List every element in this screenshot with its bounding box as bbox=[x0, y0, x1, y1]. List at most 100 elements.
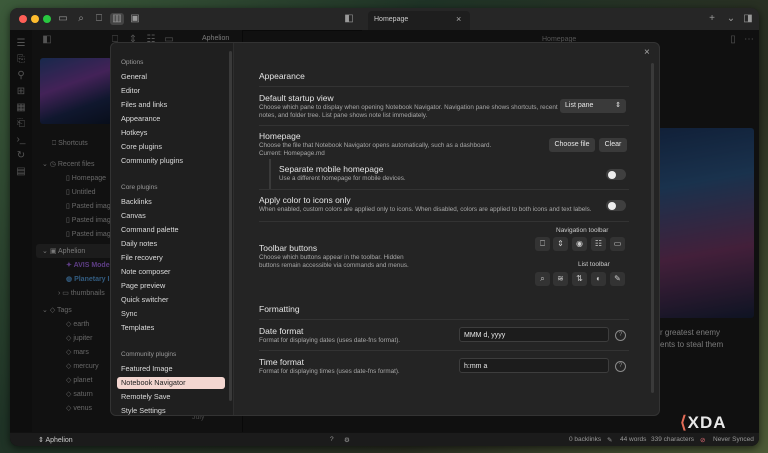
right-sidebar-icon[interactable]: ◨ bbox=[741, 13, 755, 25]
nav-item[interactable]: Note composer bbox=[117, 266, 225, 278]
tab-title: Homepage bbox=[374, 16, 409, 23]
nav-item[interactable]: Style Settings bbox=[117, 405, 225, 415]
nav-item[interactable]: Sync bbox=[117, 308, 225, 320]
tab-homepage[interactable]: Homepage × bbox=[368, 11, 470, 30]
nav-item[interactable]: General bbox=[117, 71, 225, 83]
divider bbox=[259, 86, 629, 87]
backlinks-count[interactable]: 0 backlinks bbox=[569, 436, 601, 443]
divider bbox=[259, 221, 629, 222]
help-icon[interactable]: ? bbox=[615, 330, 626, 341]
chevron-down-icon[interactable]: ⌄ bbox=[724, 13, 738, 25]
toggle-knob bbox=[608, 201, 616, 210]
date-format-input[interactable]: MMM d, yyyy bbox=[459, 327, 609, 342]
nav-item[interactable]: Backlinks bbox=[117, 196, 225, 208]
sync-status-icon[interactable]: ⊘ bbox=[700, 436, 705, 444]
setting-description: Choose the file that Notebook Navigator … bbox=[259, 142, 492, 149]
list-icon[interactable]: ☷ bbox=[591, 237, 606, 251]
settings-modal: Options General Editor Files and links A… bbox=[110, 42, 660, 416]
new-note-icon[interactable]: ✎ bbox=[610, 272, 625, 286]
image-icon[interactable]: ▣ bbox=[128, 13, 142, 25]
vault-label: Aphelion bbox=[45, 437, 73, 444]
minimize-window-button[interactable] bbox=[31, 15, 39, 23]
nav-item[interactable]: Files and links bbox=[117, 99, 225, 111]
nav-item[interactable]: Hotkeys bbox=[117, 127, 225, 139]
sidebar-toggle-icon[interactable]: ◧ bbox=[342, 13, 356, 25]
core-plugins-header: Core plugins bbox=[121, 184, 158, 191]
nav-item[interactable]: File recovery bbox=[117, 252, 225, 264]
mobile-homepage-toggle[interactable] bbox=[606, 169, 626, 180]
vault-switcher[interactable]: ⇕ Aphelion bbox=[38, 436, 73, 444]
nav-item[interactable]: Remotely Save bbox=[117, 391, 225, 403]
setting-description: Choose which pane to display when openin… bbox=[259, 104, 558, 119]
section-heading: Appearance bbox=[259, 71, 305, 81]
layers-icon[interactable]: ≋ bbox=[553, 272, 568, 286]
chevron-updown-icon: ⇕ bbox=[615, 102, 621, 109]
nav-item[interactable]: Templates bbox=[117, 322, 225, 334]
palette-icon[interactable]: ◐ bbox=[591, 272, 606, 286]
nav-item[interactable]: Page preview bbox=[117, 280, 225, 292]
bookmark-icon[interactable]: ⎕ bbox=[535, 237, 550, 251]
nav-item[interactable]: Command palette bbox=[117, 224, 225, 236]
new-folder-icon[interactable]: ▭ bbox=[610, 237, 625, 251]
expand-icon[interactable]: ⇕ bbox=[553, 237, 568, 251]
settings-icon[interactable]: ⚙ bbox=[344, 436, 350, 444]
divider bbox=[259, 125, 629, 126]
nav-item-selected[interactable]: Notebook Navigator bbox=[117, 377, 225, 389]
content-scrollbar[interactable] bbox=[651, 63, 654, 393]
nav-item[interactable]: Core plugins bbox=[117, 141, 225, 153]
setting-title: Toolbar buttons bbox=[259, 243, 318, 253]
nav-item[interactable]: Featured Image bbox=[117, 363, 225, 375]
community-plugins-header: Community plugins bbox=[121, 351, 177, 358]
nav-toolbar-label: Navigation toolbar bbox=[556, 227, 609, 234]
pencil-icon[interactable]: ✎ bbox=[607, 436, 612, 444]
zoom-window-button[interactable] bbox=[43, 15, 51, 23]
close-tab-icon[interactable]: × bbox=[456, 14, 461, 24]
setting-title: Date format bbox=[259, 326, 304, 336]
settings-content: × Appearance Default startup view Choose… bbox=[233, 43, 659, 415]
setting-description: When enabled, custom colors are applied … bbox=[259, 206, 592, 213]
indent-bar bbox=[269, 159, 271, 189]
nav-item[interactable]: Editor bbox=[117, 85, 225, 97]
divider bbox=[259, 350, 629, 351]
help-icon[interactable]: ? bbox=[615, 361, 626, 372]
xda-logo-icon: ⟨ bbox=[680, 413, 688, 432]
nav-item[interactable]: Canvas bbox=[117, 210, 225, 222]
select-value: List pane bbox=[565, 102, 594, 109]
setting-title: Apply color to icons only bbox=[259, 195, 351, 205]
options-header: Options bbox=[121, 59, 144, 66]
toggle-knob bbox=[608, 170, 616, 179]
navigator-icon[interactable]: ▥ bbox=[110, 13, 124, 25]
color-icons-toggle[interactable] bbox=[606, 200, 626, 211]
clear-button[interactable]: Clear bbox=[599, 138, 627, 152]
setting-description: Use a different homepage for mobile devi… bbox=[279, 175, 406, 182]
bookmark-icon[interactable]: ⎕ bbox=[92, 13, 106, 25]
nav-item[interactable]: Community plugins bbox=[117, 155, 225, 167]
new-tab-icon[interactable]: + bbox=[705, 13, 719, 25]
status-bar: ⇕ Aphelion ? ⚙ 0 backlinks ✎ 44 words 33… bbox=[10, 432, 759, 446]
nav-item[interactable]: Daily notes bbox=[117, 238, 225, 250]
close-window-button[interactable] bbox=[19, 15, 27, 23]
help-icon[interactable]: ? bbox=[330, 436, 334, 443]
sort-icon[interactable]: ⇅ bbox=[572, 272, 587, 286]
setting-title: Default startup view bbox=[259, 93, 334, 103]
setting-title: Separate mobile homepage bbox=[279, 164, 384, 174]
close-icon[interactable]: × bbox=[644, 47, 650, 58]
folder-icon[interactable]: ▭ bbox=[56, 13, 70, 25]
sync-status[interactable]: Never Synced bbox=[713, 436, 754, 443]
search-icon[interactable]: ⌕ bbox=[535, 272, 550, 286]
nav-item[interactable]: Quick switcher bbox=[117, 294, 225, 306]
nav-scrollbar[interactable] bbox=[229, 51, 232, 401]
word-count: 44 words bbox=[620, 436, 647, 443]
settings-nav: Options General Editor Files and links A… bbox=[111, 43, 234, 415]
startup-view-select[interactable]: List pane ⇕ bbox=[560, 99, 626, 113]
choose-file-button[interactable]: Choose file bbox=[549, 138, 595, 152]
time-format-input[interactable]: h:mm a bbox=[459, 358, 609, 373]
eye-icon[interactable]: ◉ bbox=[572, 237, 587, 251]
setting-current-value: Current: Homepage.md bbox=[259, 150, 325, 157]
divider bbox=[259, 189, 629, 190]
section-heading: Formatting bbox=[259, 304, 300, 314]
nav-item[interactable]: Appearance bbox=[117, 113, 225, 125]
setting-description: Choose which buttons appear in the toolb… bbox=[259, 254, 409, 269]
search-icon[interactable]: ⌕ bbox=[74, 13, 88, 25]
list-toolbar-label: List toolbar bbox=[578, 261, 610, 268]
